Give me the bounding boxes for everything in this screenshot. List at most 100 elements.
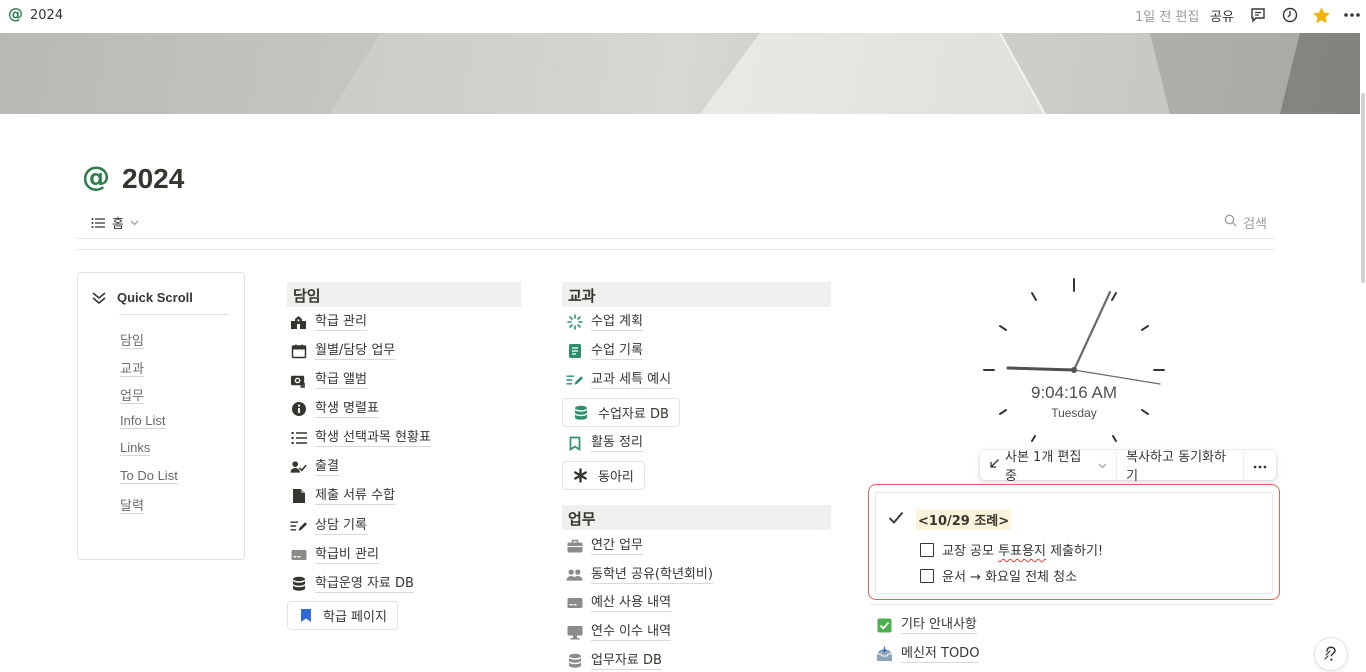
arrow-down-left-icon [989, 458, 1000, 473]
synced-todo-block[interactable]: <10/29 조례> 교장 공모 투표용지 제출하기! 윤서 → 화요일 전체 … [868, 484, 1280, 600]
page-icon[interactable]: @ [82, 160, 110, 193]
quick-link-subject[interactable]: 교과 [120, 358, 178, 386]
section-homeroom-heading: 담임 [287, 282, 521, 307]
notebook-icon [566, 343, 583, 360]
last-edited-text[interactable]: 1일 전 편집 [1135, 6, 1199, 25]
link-subject-examples[interactable]: 교과 세특 예시 [566, 369, 672, 391]
link-annual-work[interactable]: 연간 업무 [566, 535, 643, 557]
page-scrollbar[interactable] [1360, 33, 1366, 283]
star-icon[interactable] [1311, 5, 1331, 25]
quick-link-homeroom[interactable]: 담임 [120, 330, 178, 358]
link-other-notices[interactable]: 기타 안내사항 [876, 614, 977, 636]
write-icon [566, 372, 583, 389]
quick-scroll-header: Quick Scroll [90, 289, 193, 306]
view-bar: 홈 검색 [77, 207, 1274, 239]
clock-day: Tuesday [1051, 406, 1097, 420]
synced-block-toolbar: 사본 1개 편집 중 복사하고 동기화하기 [980, 450, 1276, 484]
school-building-icon [290, 314, 307, 331]
cover-image[interactable] [0, 33, 1360, 114]
quick-link-info-list[interactable]: Info List [120, 412, 178, 441]
breadcrumb-title[interactable]: 2024 [30, 8, 63, 23]
link-work-db[interactable]: 업무자료 DB [566, 650, 662, 672]
scrollbar-thumb[interactable] [1361, 93, 1365, 283]
link-lesson-plan[interactable]: 수업 계획 [566, 311, 643, 333]
todo-checkbox[interactable] [920, 568, 934, 583]
page-title[interactable]: 2024 [122, 163, 184, 195]
link-student-roster[interactable]: 학생 명렬표 [290, 398, 379, 420]
clock-time: 9:04:16 AM [1030, 383, 1117, 402]
search-label: 검색 [1243, 217, 1267, 232]
clock-face [983, 278, 1165, 442]
link-monthly-duties[interactable]: 월별/담당 업무 [290, 340, 396, 362]
bookmark-icon [297, 607, 314, 624]
link-document-collection[interactable]: 제출 서류 수합 [290, 485, 396, 507]
more-icon [1253, 458, 1267, 473]
more-icon[interactable] [1342, 5, 1362, 25]
quick-link-work[interactable]: 업무 [120, 385, 178, 413]
cover-texture [0, 33, 1360, 114]
help-button[interactable] [1314, 637, 1348, 671]
link-class-album[interactable]: 학급 앨범 [290, 369, 367, 391]
quick-link-links[interactable]: Links [120, 440, 178, 468]
copy-and-sync-button[interactable]: 복사하고 동기화하기 [1117, 450, 1243, 484]
calendar-icon [290, 343, 307, 360]
clock-widget: 9:04:16 AM Tuesday [978, 273, 1170, 453]
quick-scroll-list: 담임 교과 업무 Info List Links To Do List 달력 [120, 330, 178, 523]
briefcase-icon [566, 538, 583, 555]
photo-album-icon [290, 372, 307, 389]
todo-item-text: 교장 공모 투표용지 제출하기! [942, 544, 1104, 559]
todo-heading[interactable]: <10/29 조례> [916, 509, 1012, 530]
quick-scroll-title: Quick Scroll [117, 290, 193, 305]
search-icon [1224, 214, 1237, 231]
asterisk-icon [572, 467, 589, 484]
help-icon [1324, 646, 1336, 661]
club-button[interactable]: 동아리 [562, 461, 645, 490]
link-class-management[interactable]: 학급 관리 [290, 311, 367, 333]
todo-checkbox[interactable] [920, 542, 934, 557]
list-icon [290, 430, 307, 447]
link-class-db[interactable]: 학급운영 자료 DB [290, 573, 414, 595]
todo-item-cleaning[interactable]: 윤서 → 화요일 전체 청소 [920, 566, 1077, 585]
lesson-db-button[interactable]: 수업자료 DB [562, 398, 680, 427]
info-circle-icon [290, 401, 307, 418]
inbox-tray-icon [876, 646, 893, 663]
person-check-icon [290, 459, 307, 476]
top-bar: @ 2024 1일 전 편집 공유 [0, 0, 1366, 33]
chevron-down-icon [1098, 458, 1107, 473]
comment-icon[interactable] [1248, 5, 1268, 25]
todo-callout: <10/29 조례> 교장 공모 투표용지 제출하기! 윤서 → 화요일 전체 … [875, 492, 1273, 594]
link-grade-share[interactable]: 동학년 공유(학년회비) [566, 564, 713, 586]
section-subject-heading: 교과 [562, 282, 831, 307]
link-elective-status[interactable]: 학생 선택과목 현황표 [290, 427, 431, 449]
link-budget-usage[interactable]: 예산 사용 내역 [566, 592, 672, 614]
quick-link-todo-list[interactable]: To Do List [120, 467, 178, 496]
toolbar-more-button[interactable] [1244, 450, 1276, 480]
share-button[interactable]: 공유 [1210, 6, 1234, 25]
quick-link-calendar[interactable]: 달력 [120, 495, 178, 523]
class-page-button[interactable]: 학급 페이지 [287, 601, 398, 630]
card-icon [290, 547, 307, 564]
card-icon [566, 595, 583, 612]
link-training-records[interactable]: 연수 이수 내역 [566, 621, 672, 643]
link-counseling-records[interactable]: 상담 기록 [290, 515, 367, 537]
section-work-heading: 업무 [562, 505, 831, 530]
todo-item-ballot[interactable]: 교장 공모 투표용지 제출하기! [920, 540, 1103, 559]
link-attendance[interactable]: 출결 [290, 456, 339, 478]
search-button[interactable]: 검색 [1224, 213, 1267, 232]
sparkle-loader-icon [566, 314, 583, 331]
people-icon [566, 567, 583, 584]
divider [870, 604, 1274, 605]
list-icon [89, 214, 106, 231]
link-class-fund[interactable]: 학급비 관리 [290, 544, 379, 566]
divider [77, 249, 1274, 250]
link-activity-summary[interactable]: 활동 정리 [566, 432, 643, 454]
database-icon [566, 653, 583, 670]
editing-copies-dropdown[interactable]: 사본 1개 편집 중 [980, 450, 1116, 484]
view-tab-home[interactable]: 홈 [89, 213, 139, 232]
bookmark-outline-icon [566, 435, 583, 452]
link-lesson-record[interactable]: 수업 기록 [566, 340, 643, 362]
monitor-icon [566, 624, 583, 641]
link-messenger-todo[interactable]: 메신저 TODO [876, 643, 980, 665]
database-icon [572, 404, 589, 421]
clock-history-icon[interactable] [1280, 5, 1300, 25]
